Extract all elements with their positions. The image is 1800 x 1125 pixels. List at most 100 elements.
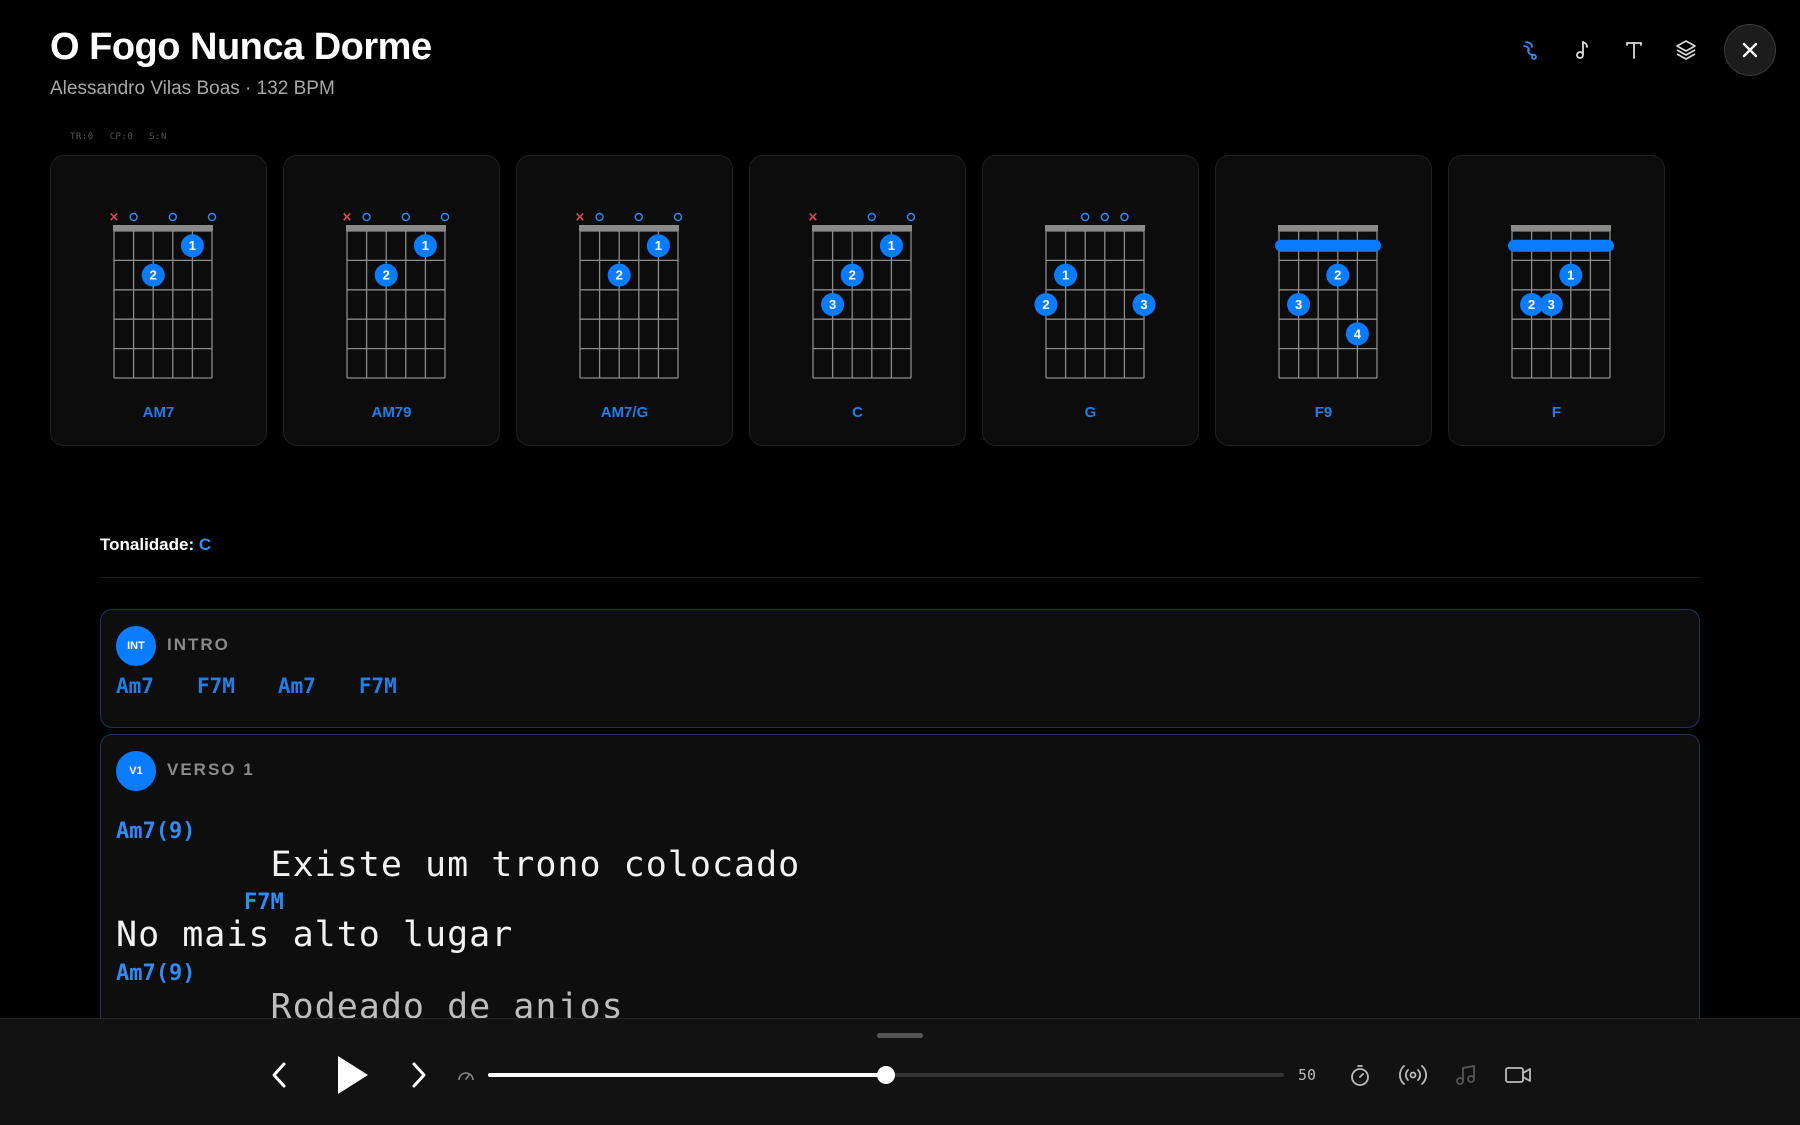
open-string-icon [1080, 212, 1090, 222]
open-string-icon [1100, 212, 1110, 222]
chord-card[interactable]: 1 23 F [1448, 155, 1665, 446]
section-label: INTRO [167, 635, 230, 654]
finger-number: 3 [1295, 297, 1302, 312]
barre [1508, 239, 1614, 252]
finger-number: 1 [189, 238, 196, 253]
chord-diagram: × 1 2 [342, 210, 450, 379]
nut [579, 225, 679, 231]
layers-icon[interactable] [1666, 24, 1706, 76]
intro-chord[interactable]: F7M [359, 674, 397, 698]
intro-chord[interactable]: Am7 [116, 674, 154, 698]
open-string-icon [867, 212, 877, 222]
section-label: VERSO 1 [167, 760, 255, 779]
chord-name: AM7 [142, 404, 175, 421]
chord-diagram: 2 3 4 [1275, 225, 1381, 379]
broadcast-icon[interactable] [1398, 1061, 1428, 1089]
chord-card[interactable]: × 1 2 AM79 [283, 155, 500, 446]
play-button[interactable] [328, 1051, 376, 1099]
muted-string-icon: × [808, 210, 819, 225]
chord-line[interactable]: Am7(9) [116, 819, 195, 844]
section-badge: INT [116, 626, 156, 666]
lyric-line: Existe um trono colocado [116, 845, 801, 885]
close-button[interactable] [1724, 24, 1776, 76]
timer-icon[interactable] [1346, 1061, 1374, 1089]
debug-status-text: TR:0 CP:0 S:N [70, 132, 167, 142]
chord-name: F [1551, 404, 1562, 421]
lyric-line: No mais alto lugar [116, 915, 514, 955]
open-string-icon [1120, 212, 1129, 222]
song-subtitle: Alessandro Vilas Boas · 132 BPM [50, 78, 335, 99]
play-icon [338, 1056, 368, 1094]
chevron-left-icon [272, 1062, 286, 1088]
nut [113, 225, 213, 231]
finger-number: 2 [1528, 297, 1535, 312]
chevron-right-icon [412, 1062, 426, 1088]
chord-diagram: × 1 23 [808, 210, 916, 379]
open-string-icon [207, 212, 217, 222]
finger-number: 3 [829, 297, 836, 312]
finger-number: 1 [888, 238, 895, 253]
key-label: Tonalidade: [100, 535, 195, 554]
chord-line[interactable]: F7M [244, 890, 284, 915]
finger-number: 3 [1548, 297, 1555, 312]
divider [100, 577, 1700, 578]
top-toolbar [1510, 24, 1776, 76]
chord-diagram: 1 2 3 [1508, 225, 1614, 379]
chord-name: AM7/G [600, 404, 649, 421]
speed-value: 50 [1298, 1066, 1317, 1084]
open-string-icon [440, 212, 450, 222]
finger-number: 1 [1567, 268, 1574, 283]
drag-handle[interactable] [877, 1033, 923, 1038]
intro-chord-list: Am7 F7M Am7 F7M [116, 674, 397, 698]
text-icon[interactable] [1614, 24, 1654, 76]
open-string-icon [595, 212, 604, 222]
open-string-icon [362, 212, 371, 222]
open-string-icon [129, 212, 138, 222]
section-verse-1: V1 VERSO 1 Am7(9) Existe um trono coloca… [100, 734, 1700, 1054]
nut [346, 225, 446, 231]
chord-diagram: 12 3 [1034, 212, 1156, 379]
section-intro: INT INTRO Am7 F7M Am7 F7M [100, 609, 1700, 728]
chord-card[interactable]: 2 3 4 F9 [1215, 155, 1432, 446]
playback-bar: 50 [0, 1018, 1800, 1125]
key-indicator: Tonalidade: C [100, 535, 211, 555]
intro-chord[interactable]: F7M [197, 674, 235, 698]
chord-diagram: × 1 2 [575, 210, 683, 379]
close-icon [1742, 42, 1758, 58]
finger-number: 2 [849, 268, 856, 283]
video-camera-icon[interactable] [1502, 1061, 1534, 1089]
chord-card[interactable]: 12 3 G [982, 155, 1199, 446]
chord-card[interactable]: × 1 2 AM7 [50, 155, 267, 446]
chord-diagrams-row: × 1 2 AM7 × 1 2 AM79 × 1 2 AM7/G × 1 2 3 C 1 2 3 G 2 3 4 F9 1 2 3 F [50, 155, 1665, 446]
finger-number: 4 [1354, 326, 1362, 341]
speed-slider-knob[interactable] [877, 1066, 895, 1084]
chord-diagram-icon[interactable] [1510, 24, 1550, 76]
previous-button[interactable] [262, 1057, 298, 1093]
finger-number: 1 [1062, 268, 1069, 283]
finger-number: 3 [1140, 297, 1147, 312]
chord-card[interactable]: × 1 2 3 C [749, 155, 966, 446]
key-value[interactable]: C [199, 535, 211, 554]
nut [1278, 225, 1378, 231]
barre [1275, 239, 1381, 252]
speed-slider[interactable] [488, 1066, 1284, 1084]
section-badge: V1 [116, 751, 156, 791]
finger-number: 2 [616, 268, 623, 283]
muted-string-icon: × [342, 210, 353, 225]
open-string-icon [673, 212, 683, 222]
music-note-icon[interactable] [1562, 24, 1602, 76]
open-string-icon [634, 212, 644, 222]
finger-number: 2 [150, 268, 157, 283]
next-button[interactable] [400, 1057, 436, 1093]
chord-card[interactable]: × 1 2 AM7/G [516, 155, 733, 446]
finger-number: 1 [655, 238, 662, 253]
chord-line[interactable]: Am7(9) [116, 961, 195, 986]
chord-name: C [852, 404, 863, 421]
speed-slider-fill [488, 1073, 886, 1077]
finger-number: 2 [1042, 297, 1049, 312]
music-notes-icon[interactable] [1452, 1061, 1480, 1089]
open-string-icon [168, 212, 178, 222]
intro-chord[interactable]: Am7 [278, 674, 316, 698]
chord-name: F9 [1314, 404, 1333, 421]
song-title: O Fogo Nunca Dorme [50, 26, 432, 68]
